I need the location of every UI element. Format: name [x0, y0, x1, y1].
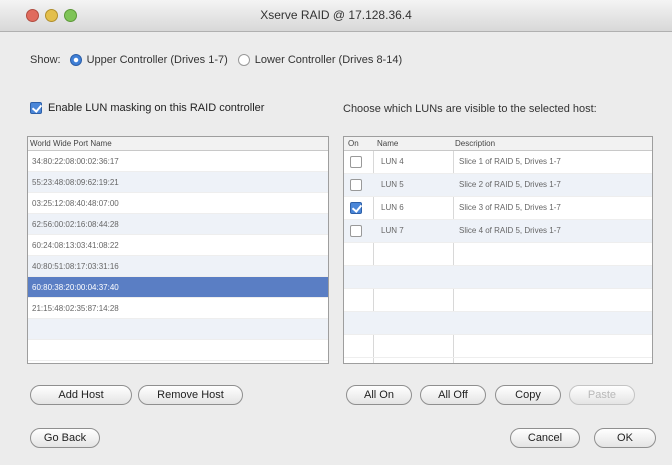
wwpn-row[interactable]: 40:80:51:08:17:03:31:16 [28, 256, 328, 277]
lun-on-checkbox[interactable] [350, 179, 362, 191]
wwpn-row[interactable]: 60:24:08:13:03:41:08:22 [28, 235, 328, 256]
wwpn-row[interactable]: 62:56:00:02:16:08:44:28 [28, 214, 328, 235]
enable-lun-masking-label[interactable]: Enable LUN masking on this RAID controll… [48, 102, 264, 114]
wwpn-value: 55:23:48:08:09:62:19:21 [32, 177, 119, 187]
empty-row [344, 266, 652, 289]
title-bar: Xserve RAID @ 17.128.36.4 [0, 0, 672, 32]
wwpn-value: 60:24:08:13:03:41:08:22 [32, 240, 119, 250]
empty-row [344, 312, 652, 335]
lun-name: LUN 4 [381, 157, 404, 166]
on-column-header[interactable]: On [348, 139, 359, 148]
lun-description: Slice 4 of RAID 5, Drives 1-7 [459, 226, 561, 235]
go-back-button[interactable]: Go Back [30, 428, 100, 448]
lun-row[interactable]: LUN 6 Slice 3 of RAID 5, Drives 1-7 [344, 197, 652, 220]
wwpn-row[interactable]: 03:25:12:08:40:48:07:00 [28, 193, 328, 214]
upper-controller-radio[interactable] [69, 54, 82, 66]
show-label: Show: [30, 54, 61, 66]
name-column-header[interactable]: Name [377, 139, 398, 148]
lun-row[interactable]: LUN 4 Slice 1 of RAID 5, Drives 1-7 [344, 151, 652, 174]
lun-name: LUN 6 [381, 203, 404, 212]
lun-row[interactable]: LUN 7 Slice 4 of RAID 5, Drives 1-7 [344, 220, 652, 243]
wwpn-column-header[interactable]: World Wide Port Name [28, 137, 328, 151]
lun-name: LUN 7 [381, 226, 404, 235]
wwpn-header-label: World Wide Port Name [30, 139, 112, 148]
wwpn-value: 03:25:12:08:40:48:07:00 [32, 198, 119, 208]
description-column-header[interactable]: Description [455, 139, 495, 148]
lun-masking-option[interactable]: Enable LUN masking on this RAID controll… [30, 102, 264, 114]
enable-lun-masking-checkbox[interactable] [30, 102, 42, 114]
window-title: Xserve RAID @ 17.128.36.4 [260, 8, 412, 22]
wwpn-value: 21:15:48:02:35:87:14:28 [32, 303, 119, 313]
ok-button[interactable]: OK [594, 428, 656, 448]
lun-on-checkbox[interactable] [350, 156, 362, 168]
wwpn-value: 40:80:51:08:17:03:31:16 [32, 261, 119, 271]
empty-row [344, 289, 652, 312]
all-off-button[interactable]: All Off [420, 385, 486, 405]
choose-luns-label: Choose which LUNs are visible to the sel… [343, 103, 597, 115]
lun-name: LUN 5 [381, 180, 404, 189]
lun-description: Slice 3 of RAID 5, Drives 1-7 [459, 203, 561, 212]
lun-on-checkbox-checked[interactable] [350, 202, 362, 214]
paste-button[interactable]: Paste [569, 385, 635, 405]
lun-row[interactable]: LUN 5 Slice 2 of RAID 5, Drives 1-7 [344, 174, 652, 197]
cancel-button[interactable]: Cancel [510, 428, 580, 448]
lun-description: Slice 2 of RAID 5, Drives 1-7 [459, 180, 561, 189]
lun-table: On Name Description LUN 4 Slice 1 of RAI… [343, 136, 653, 364]
wwpn-value: 34:80:22:08:00:02:36:17 [32, 156, 119, 166]
wwpn-row[interactable]: 34:80:22:08:00:02:36:17 [28, 151, 328, 172]
lower-controller-radio[interactable] [237, 54, 250, 66]
empty-row [344, 335, 652, 358]
wwpn-row[interactable]: 21:15:48:02:35:87:14:28 [28, 298, 328, 319]
wwpn-table: World Wide Port Name 34:80:22:08:00:02:3… [27, 136, 329, 364]
wwpn-value: 60:80:38:20:00:04:37:40 [32, 282, 119, 292]
wwpn-row[interactable]: 55:23:48:08:09:62:19:21 [28, 172, 328, 193]
empty-row [28, 340, 328, 361]
lun-description: Slice 1 of RAID 5, Drives 1-7 [459, 157, 561, 166]
lun-on-checkbox[interactable] [350, 225, 362, 237]
empty-row [344, 243, 652, 266]
upper-controller-label[interactable]: Upper Controller (Drives 1-7) [87, 54, 228, 66]
empty-row [28, 319, 328, 340]
add-host-button[interactable]: Add Host [30, 385, 132, 405]
lun-table-header: On Name Description [344, 137, 652, 151]
copy-button[interactable]: Copy [495, 385, 561, 405]
controller-selector: Show: Upper Controller (Drives 1-7) Lowe… [30, 54, 402, 66]
all-on-button[interactable]: All On [346, 385, 412, 405]
wwpn-value: 62:56:00:02:16:08:44:28 [32, 219, 119, 229]
lower-controller-label[interactable]: Lower Controller (Drives 8-14) [255, 54, 402, 66]
wwpn-row-selected[interactable]: 60:80:38:20:00:04:37:40 [28, 277, 328, 298]
remove-host-button[interactable]: Remove Host [138, 385, 243, 405]
